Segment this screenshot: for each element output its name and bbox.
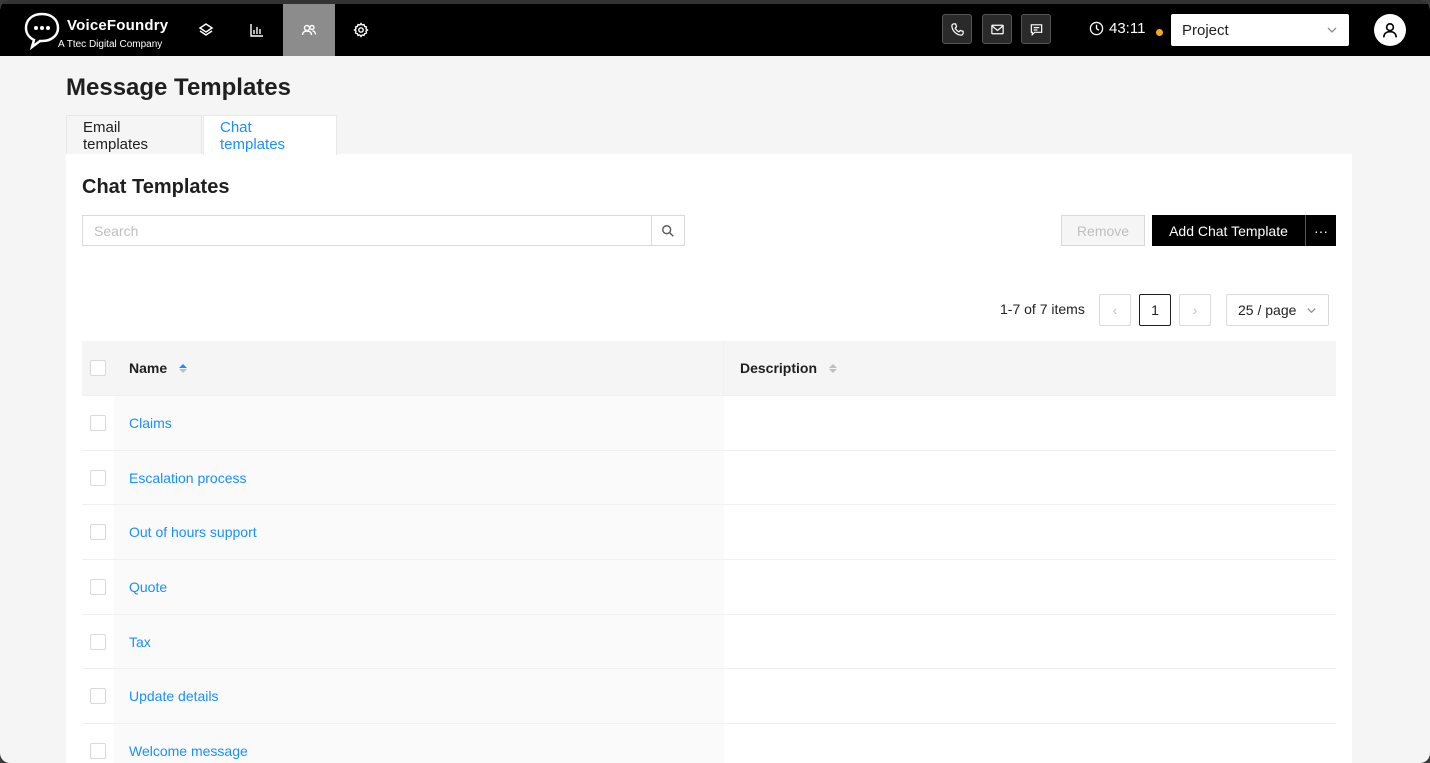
template-name-link[interactable]: Quote	[129, 579, 167, 595]
chevron-down-icon	[1327, 27, 1337, 33]
agent-status-dot	[1156, 29, 1163, 36]
name-cell: Escalation process	[114, 450, 724, 505]
row-checkbox[interactable]	[90, 578, 106, 595]
nav-reports[interactable]	[231, 4, 283, 56]
more-actions-button[interactable]: ···	[1305, 215, 1336, 246]
search-box	[82, 215, 685, 246]
page-size-value: 25 / page	[1238, 302, 1297, 318]
name-cell: Quote	[114, 560, 724, 614]
column-header-description[interactable]: Description	[724, 341, 1336, 395]
brand-title: VoiceFoundry	[67, 17, 169, 34]
description-cell	[724, 669, 1336, 723]
pagination-total: 1-7 of 7 items	[1000, 301, 1085, 317]
table-row: Out of hours support	[82, 505, 1336, 561]
app-window: VoiceFoundry A Ttec Digital Company 43:1…	[0, 0, 1430, 763]
timer-value: 43:11	[1109, 20, 1146, 37]
search-icon	[662, 224, 674, 237]
row-select-cell	[82, 669, 114, 723]
select-all-checkbox[interactable]	[90, 360, 106, 376]
page-title: Message Templates	[66, 74, 291, 101]
template-name-link[interactable]: Escalation process	[129, 470, 247, 486]
description-cell	[724, 560, 1336, 614]
template-name-link[interactable]: Out of hours support	[129, 524, 257, 540]
chat-channel-button[interactable]	[1021, 14, 1051, 44]
users-icon	[301, 24, 317, 36]
brand-subtitle: A Ttec Digital Company	[58, 39, 163, 50]
project-select-value: Project	[1182, 21, 1229, 39]
remove-button[interactable]: Remove	[1061, 215, 1145, 246]
row-select-cell	[82, 615, 114, 669]
row-checkbox[interactable]	[90, 469, 106, 486]
sort-icon[interactable]	[829, 363, 838, 373]
user-icon	[1383, 23, 1397, 38]
pagination-next-button[interactable]: ›	[1179, 294, 1211, 326]
description-cell	[724, 724, 1336, 763]
template-name-link[interactable]: Update details	[129, 688, 219, 704]
name-cell: Welcome message	[114, 724, 724, 763]
sort-ascending-icon[interactable]	[179, 363, 188, 373]
nav-layers[interactable]	[180, 4, 232, 56]
row-select-cell	[82, 560, 114, 614]
search-input[interactable]	[83, 216, 651, 245]
top-navigation-bar: VoiceFoundry A Ttec Digital Company 43:1…	[0, 0, 1430, 56]
email-channel-button[interactable]	[982, 14, 1012, 44]
description-cell	[724, 505, 1336, 559]
nav-users[interactable]	[283, 4, 335, 56]
name-cell: Claims	[114, 396, 724, 450]
phone-icon	[950, 22, 964, 36]
nav-settings[interactable]	[335, 4, 387, 56]
column-header-name-label: Name	[129, 360, 168, 376]
column-header-description-label: Description	[740, 360, 818, 376]
add-chat-template-button[interactable]: Add Chat Template	[1152, 215, 1305, 246]
table-row: Escalation process	[82, 450, 1336, 506]
layers-icon	[198, 23, 214, 36]
table-row: Claims	[82, 396, 1336, 451]
templates-table: Name Description Claims Escalation proce…	[82, 341, 1336, 763]
mail-icon	[990, 24, 1004, 34]
row-select-cell	[82, 451, 114, 505]
row-checkbox[interactable]	[90, 414, 106, 431]
bar-chart-icon	[250, 24, 263, 37]
tab-email-templates[interactable]: Email templates	[66, 115, 202, 155]
template-name-link[interactable]: Tax	[129, 634, 151, 650]
gear-icon	[353, 22, 369, 38]
chevron-down-icon	[1307, 307, 1316, 313]
row-checkbox[interactable]	[90, 742, 106, 759]
template-name-link[interactable]: Claims	[129, 415, 172, 431]
row-select-cell	[82, 724, 114, 763]
table-row: Quote	[82, 560, 1336, 615]
description-cell	[724, 451, 1336, 505]
column-header-name[interactable]: Name	[114, 341, 724, 395]
name-cell: Tax	[114, 614, 724, 669]
name-cell: Update details	[114, 669, 724, 724]
row-checkbox[interactable]	[90, 633, 106, 650]
user-avatar[interactable]	[1374, 14, 1406, 46]
table-header: Name Description	[82, 341, 1336, 396]
pagination-prev-button[interactable]: ‹	[1099, 294, 1131, 326]
row-select-cell	[82, 505, 114, 559]
tab-chat-templates[interactable]: Chat templates	[203, 115, 337, 155]
page-size-select[interactable]: 25 / page	[1226, 294, 1329, 326]
table-row: Update details	[82, 669, 1336, 725]
row-checkbox[interactable]	[90, 688, 106, 705]
search-button[interactable]	[651, 216, 684, 245]
description-cell	[724, 615, 1336, 669]
table-row: Tax	[82, 614, 1336, 670]
chat-icon	[1030, 23, 1042, 36]
row-select-cell	[82, 396, 114, 450]
template-name-link[interactable]: Welcome message	[129, 743, 248, 759]
name-cell: Out of hours support	[114, 505, 724, 560]
row-checkbox[interactable]	[90, 524, 106, 541]
brand-logo[interactable]: VoiceFoundry A Ttec Digital Company	[22, 10, 172, 54]
phone-channel-button[interactable]	[942, 14, 972, 44]
session-timer: 43:11	[1089, 20, 1145, 37]
table-row: Welcome message	[82, 724, 1336, 763]
select-all-cell	[82, 341, 114, 395]
project-select[interactable]: Project	[1171, 14, 1349, 46]
pagination-page-1[interactable]: 1	[1139, 294, 1171, 326]
speech-bubble-logo-icon	[24, 12, 60, 50]
description-cell	[724, 396, 1336, 450]
clock-icon	[1089, 21, 1104, 36]
section-title: Chat Templates	[82, 176, 230, 198]
